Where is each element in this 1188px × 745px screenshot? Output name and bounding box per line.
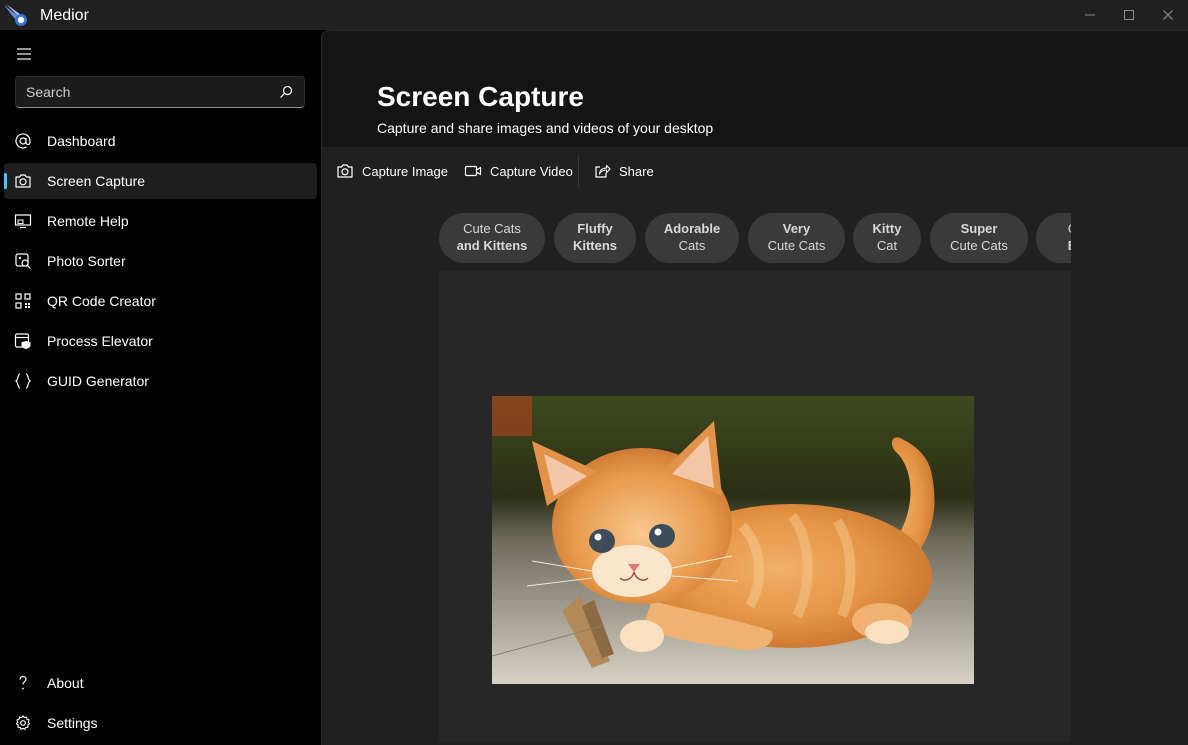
close-button[interactable] bbox=[1148, 0, 1188, 30]
title-bar: Medior bbox=[0, 0, 1188, 30]
selection-indicator bbox=[4, 173, 7, 189]
sidebar-item-label: QR Code Creator bbox=[47, 293, 156, 309]
remote-screen-icon bbox=[14, 212, 32, 230]
sidebar-item-guid-generator[interactable]: GUID Generator bbox=[4, 363, 317, 399]
chip-line-2: Cute Cats bbox=[950, 238, 1008, 253]
gear-icon bbox=[14, 714, 32, 732]
main-content: Screen Capture Capture and share images … bbox=[321, 30, 1188, 745]
capture-video-button[interactable]: Capture Video bbox=[464, 155, 573, 187]
sidebar-item-remote-help[interactable]: Remote Help bbox=[4, 203, 317, 239]
camera-icon bbox=[14, 172, 32, 190]
search-box bbox=[15, 76, 305, 108]
chip-line-2: Cats bbox=[678, 238, 706, 253]
maximize-icon bbox=[1124, 10, 1134, 20]
chip-kitty-cat: Kitty Cat bbox=[853, 213, 921, 263]
minimize-button[interactable] bbox=[1070, 0, 1110, 30]
sidebar-item-label: Screen Capture bbox=[47, 173, 146, 189]
kitten-photo bbox=[492, 396, 974, 684]
braces-icon bbox=[14, 372, 32, 390]
close-icon bbox=[1163, 10, 1173, 20]
search-input[interactable] bbox=[16, 77, 266, 107]
chip-fluffy-kittens: Fluffy Kittens bbox=[554, 213, 636, 263]
capture-image-button[interactable]: Capture Image bbox=[336, 155, 448, 187]
category-chip-strip: Cute Cats and Kittens Fluffy Kittens Ado… bbox=[439, 211, 1071, 271]
sidebar-item-label: About bbox=[47, 675, 84, 691]
sidebar-item-label: Settings bbox=[47, 715, 98, 731]
chip-line-1: Cu bbox=[1036, 220, 1071, 237]
hamburger-icon bbox=[17, 48, 31, 60]
share-icon bbox=[595, 164, 611, 178]
chip-very-cute-cats: Very Cute Cats bbox=[748, 213, 845, 263]
page-header: Screen Capture Capture and share images … bbox=[322, 31, 1188, 147]
navigation-sidebar: Dashboard Screen Capture Remote Help Pho… bbox=[0, 30, 321, 745]
search-icon[interactable] bbox=[278, 84, 294, 100]
chip-line-1: Cute Cats bbox=[463, 221, 521, 236]
sidebar-item-label: Process Elevator bbox=[47, 333, 153, 349]
video-camera-icon bbox=[464, 165, 482, 177]
toolbar-separator bbox=[578, 155, 579, 187]
camera-icon bbox=[337, 164, 353, 178]
maximize-button[interactable] bbox=[1109, 0, 1149, 30]
chip-super-cute-cats: Super Cute Cats bbox=[930, 213, 1028, 263]
capture-video-label: Capture Video bbox=[490, 163, 573, 179]
question-icon bbox=[14, 674, 32, 692]
sidebar-item-label: Photo Sorter bbox=[47, 253, 126, 269]
qr-code-icon bbox=[14, 292, 32, 310]
page-subtitle: Capture and share images and videos of y… bbox=[377, 120, 714, 136]
sidebar-item-about[interactable]: About bbox=[4, 665, 317, 701]
sidebar-item-screen-capture[interactable]: Screen Capture bbox=[4, 163, 317, 199]
app-logo-icon bbox=[2, 2, 30, 28]
at-icon bbox=[14, 132, 32, 150]
image-area bbox=[439, 271, 1071, 741]
share-label: Share bbox=[619, 163, 654, 179]
command-bar: Capture Image Capture Video Share bbox=[322, 147, 1188, 195]
sidebar-item-dashboard[interactable]: Dashboard bbox=[4, 123, 317, 159]
chip-line-2: Kittens bbox=[572, 238, 618, 253]
page-title: Screen Capture bbox=[377, 81, 584, 112]
chip-line-1: Fluffy bbox=[577, 221, 613, 236]
chip-line-1: Super bbox=[960, 221, 998, 236]
minimize-icon bbox=[1085, 14, 1095, 16]
sidebar-item-label: GUID Generator bbox=[47, 373, 149, 389]
chip-cut-off: Cu Ba bbox=[1036, 213, 1071, 263]
sidebar-item-photo-sorter[interactable]: Photo Sorter bbox=[4, 243, 317, 279]
chip-line-2: Ba bbox=[1036, 237, 1071, 254]
photo-search-icon bbox=[14, 252, 32, 270]
capture-image-label: Capture Image bbox=[362, 163, 448, 179]
chip-line-1: Kitty bbox=[872, 221, 902, 236]
sidebar-item-process-elevator[interactable]: Process Elevator bbox=[4, 323, 317, 359]
menu-toggle-button[interactable] bbox=[8, 38, 40, 70]
chip-line-2: and Kittens bbox=[456, 238, 528, 253]
sidebar-item-label: Remote Help bbox=[47, 213, 129, 229]
capture-preview[interactable]: Cute Cats and Kittens Fluffy Kittens Ado… bbox=[439, 211, 1071, 741]
chip-cute-cats-and-kittens: Cute Cats and Kittens bbox=[439, 213, 545, 263]
chip-line-1: Adorable bbox=[663, 221, 721, 236]
share-button[interactable]: Share bbox=[593, 155, 654, 187]
chip-line-2: Cute Cats bbox=[767, 238, 826, 253]
sidebar-item-qr-code-creator[interactable]: QR Code Creator bbox=[4, 283, 317, 319]
shield-app-icon bbox=[14, 332, 32, 350]
chip-adorable-cats: Adorable Cats bbox=[645, 213, 739, 263]
app-title: Medior bbox=[40, 7, 89, 24]
sidebar-item-label: Dashboard bbox=[47, 133, 116, 149]
sidebar-item-settings[interactable]: Settings bbox=[4, 705, 317, 741]
chip-line-1: Very bbox=[782, 221, 811, 236]
chip-line-2: Cat bbox=[876, 238, 898, 253]
